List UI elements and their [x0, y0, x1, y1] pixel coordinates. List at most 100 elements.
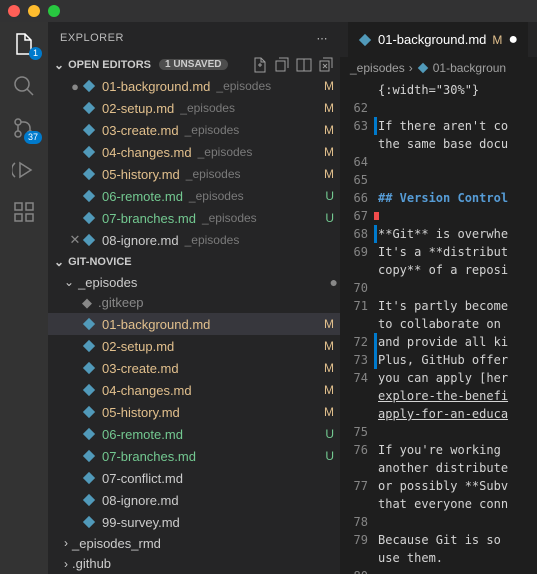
markdown-icon	[417, 62, 429, 74]
file-name: 01-background.md	[102, 317, 210, 332]
file-name: 08-ignore.md	[102, 493, 179, 508]
file-item[interactable]: 05-history.md M	[48, 401, 340, 423]
explorer-more-icon[interactable]: ⋯	[317, 32, 329, 45]
open-editor-item[interactable]: 04-changes.md _episodes M	[48, 141, 340, 163]
open-editor-item[interactable]: 07-branches.md _episodes U	[48, 207, 340, 229]
file-item[interactable]: 99-survey.md	[48, 511, 340, 533]
open-editors-header[interactable]: ⌄ OPEN EDITORS 1 UNSAVED	[48, 55, 340, 76]
file-status: U	[325, 211, 334, 225]
file-name: 04-changes.md	[102, 145, 192, 160]
file-item[interactable]: 03-create.md M	[48, 357, 340, 379]
folder-episodes-rmd[interactable]: › _episodes_rmd	[48, 533, 340, 553]
file-name: 01-background.md	[102, 79, 210, 94]
folder-status-dot: ●	[330, 274, 340, 290]
explorer-icon[interactable]: 1	[12, 32, 36, 56]
file-status: M	[324, 101, 334, 115]
file-item[interactable]: 08-ignore.md	[48, 489, 340, 511]
file-name: 07-branches.md	[102, 211, 196, 226]
file-status: M	[324, 123, 334, 137]
file-name: 05-history.md	[102, 405, 180, 420]
new-file-icon[interactable]	[252, 57, 268, 73]
close-icon[interactable]: ✕	[68, 232, 82, 248]
file-dir: _episodes	[185, 123, 240, 137]
file-item[interactable]: 01-background.md M	[48, 313, 340, 335]
traffic-close[interactable]	[8, 5, 20, 17]
chevron-right-icon: ›	[64, 536, 68, 550]
file-name: 03-create.md	[102, 123, 179, 138]
folder-episodes[interactable]: ⌄ _episodes ●	[48, 272, 340, 292]
file-dir: _episodes	[180, 101, 235, 115]
file-name: 06-remote.md	[102, 427, 183, 442]
scm-icon[interactable]: 37	[12, 116, 36, 140]
breadcrumb[interactable]: _episodes › 01-backgroun	[340, 57, 537, 79]
open-editor-item[interactable]: 03-create.md _episodes M	[48, 119, 340, 141]
file-name: 99-survey.md	[102, 515, 180, 530]
file-dir: _episodes	[186, 167, 241, 181]
modified-dot-icon: ●	[68, 79, 82, 94]
folder-github[interactable]: › .github	[48, 554, 340, 574]
file-gitkeep[interactable]: ◆ .gitkeep	[48, 293, 340, 313]
file-name: 08-ignore.md	[102, 233, 179, 248]
traffic-max[interactable]	[48, 5, 60, 17]
close-all-icon[interactable]	[318, 57, 334, 73]
open-editors-actions	[252, 57, 334, 73]
project-header[interactable]: ⌄ GIT-NOVICE	[48, 251, 340, 272]
open-editor-item[interactable]: ● 01-background.md _episodes M	[48, 75, 340, 97]
open-editor-item[interactable]: 02-setup.md _episodes M	[48, 97, 340, 119]
file-item[interactable]: 02-setup.md M	[48, 335, 340, 357]
open-editor-item[interactable]: 06-remote.md _episodes U	[48, 185, 340, 207]
file-item[interactable]: 07-branches.md U	[48, 445, 340, 467]
file-status: M	[324, 361, 334, 375]
explorer-badge: 1	[29, 47, 42, 60]
tab-01-background[interactable]: 01-background.md M ●	[348, 22, 528, 57]
file-name: 03-create.md	[102, 361, 179, 376]
file-status: M	[324, 317, 334, 331]
scm-badge: 37	[24, 131, 42, 144]
chevron-down-icon: ⌄	[64, 275, 74, 289]
file-name: 07-conflict.md	[102, 471, 183, 486]
file-dir: _episodes	[185, 233, 240, 247]
file-name: 04-changes.md	[102, 383, 192, 398]
tab-bar: 01-background.md M ●	[340, 22, 537, 57]
debug-icon[interactable]	[12, 158, 36, 182]
chevron-down-icon: ⌄	[54, 58, 64, 72]
open-editor-item[interactable]: 05-history.md _episodes M	[48, 163, 340, 185]
file-status: M	[324, 79, 334, 93]
file-item[interactable]: 06-remote.md U	[48, 423, 340, 445]
file-name: 05-history.md	[102, 167, 180, 182]
code-editor[interactable]: 6263 646566676869 7071 727374 7576 77 78…	[340, 79, 537, 574]
title-bar	[0, 0, 537, 22]
file-name: 07-branches.md	[102, 449, 196, 464]
extensions-icon[interactable]	[12, 200, 36, 224]
file-item[interactable]: 07-conflict.md	[48, 467, 340, 489]
file-status: M	[324, 145, 334, 159]
layout-icon[interactable]	[296, 57, 312, 73]
file-name: 06-remote.md	[102, 189, 183, 204]
editor-pane: 01-background.md M ● _episodes › 01-back…	[340, 22, 537, 574]
unsaved-badge: 1 UNSAVED	[159, 59, 228, 70]
chevron-right-icon: ›	[409, 61, 413, 75]
file-status: U	[325, 427, 334, 441]
save-all-icon[interactable]	[274, 57, 290, 73]
search-icon[interactable]	[12, 74, 36, 98]
file-dir: _episodes	[216, 79, 271, 93]
file-status: U	[325, 189, 334, 203]
chevron-right-icon: ›	[64, 557, 68, 571]
file-status: M	[324, 339, 334, 353]
traffic-min[interactable]	[28, 5, 40, 17]
file-dir: _episodes	[189, 189, 244, 203]
file-name: 02-setup.md	[102, 101, 174, 116]
markdown-icon	[358, 33, 372, 47]
file-name: 02-setup.md	[102, 339, 174, 354]
chevron-down-icon: ⌄	[54, 255, 64, 269]
file-item[interactable]: 04-changes.md M	[48, 379, 340, 401]
modified-dot-icon: ●	[508, 31, 518, 49]
file-status: M	[324, 167, 334, 181]
file-status: U	[325, 449, 334, 463]
activity-bar: 1 37	[0, 22, 48, 574]
open-editor-item[interactable]: ✕ 08-ignore.md _episodes	[48, 229, 340, 251]
file-dir: _episodes	[198, 145, 253, 159]
explorer-title: EXPLORER	[60, 32, 124, 44]
file-status: M	[324, 383, 334, 397]
file-dir: _episodes	[202, 211, 257, 225]
